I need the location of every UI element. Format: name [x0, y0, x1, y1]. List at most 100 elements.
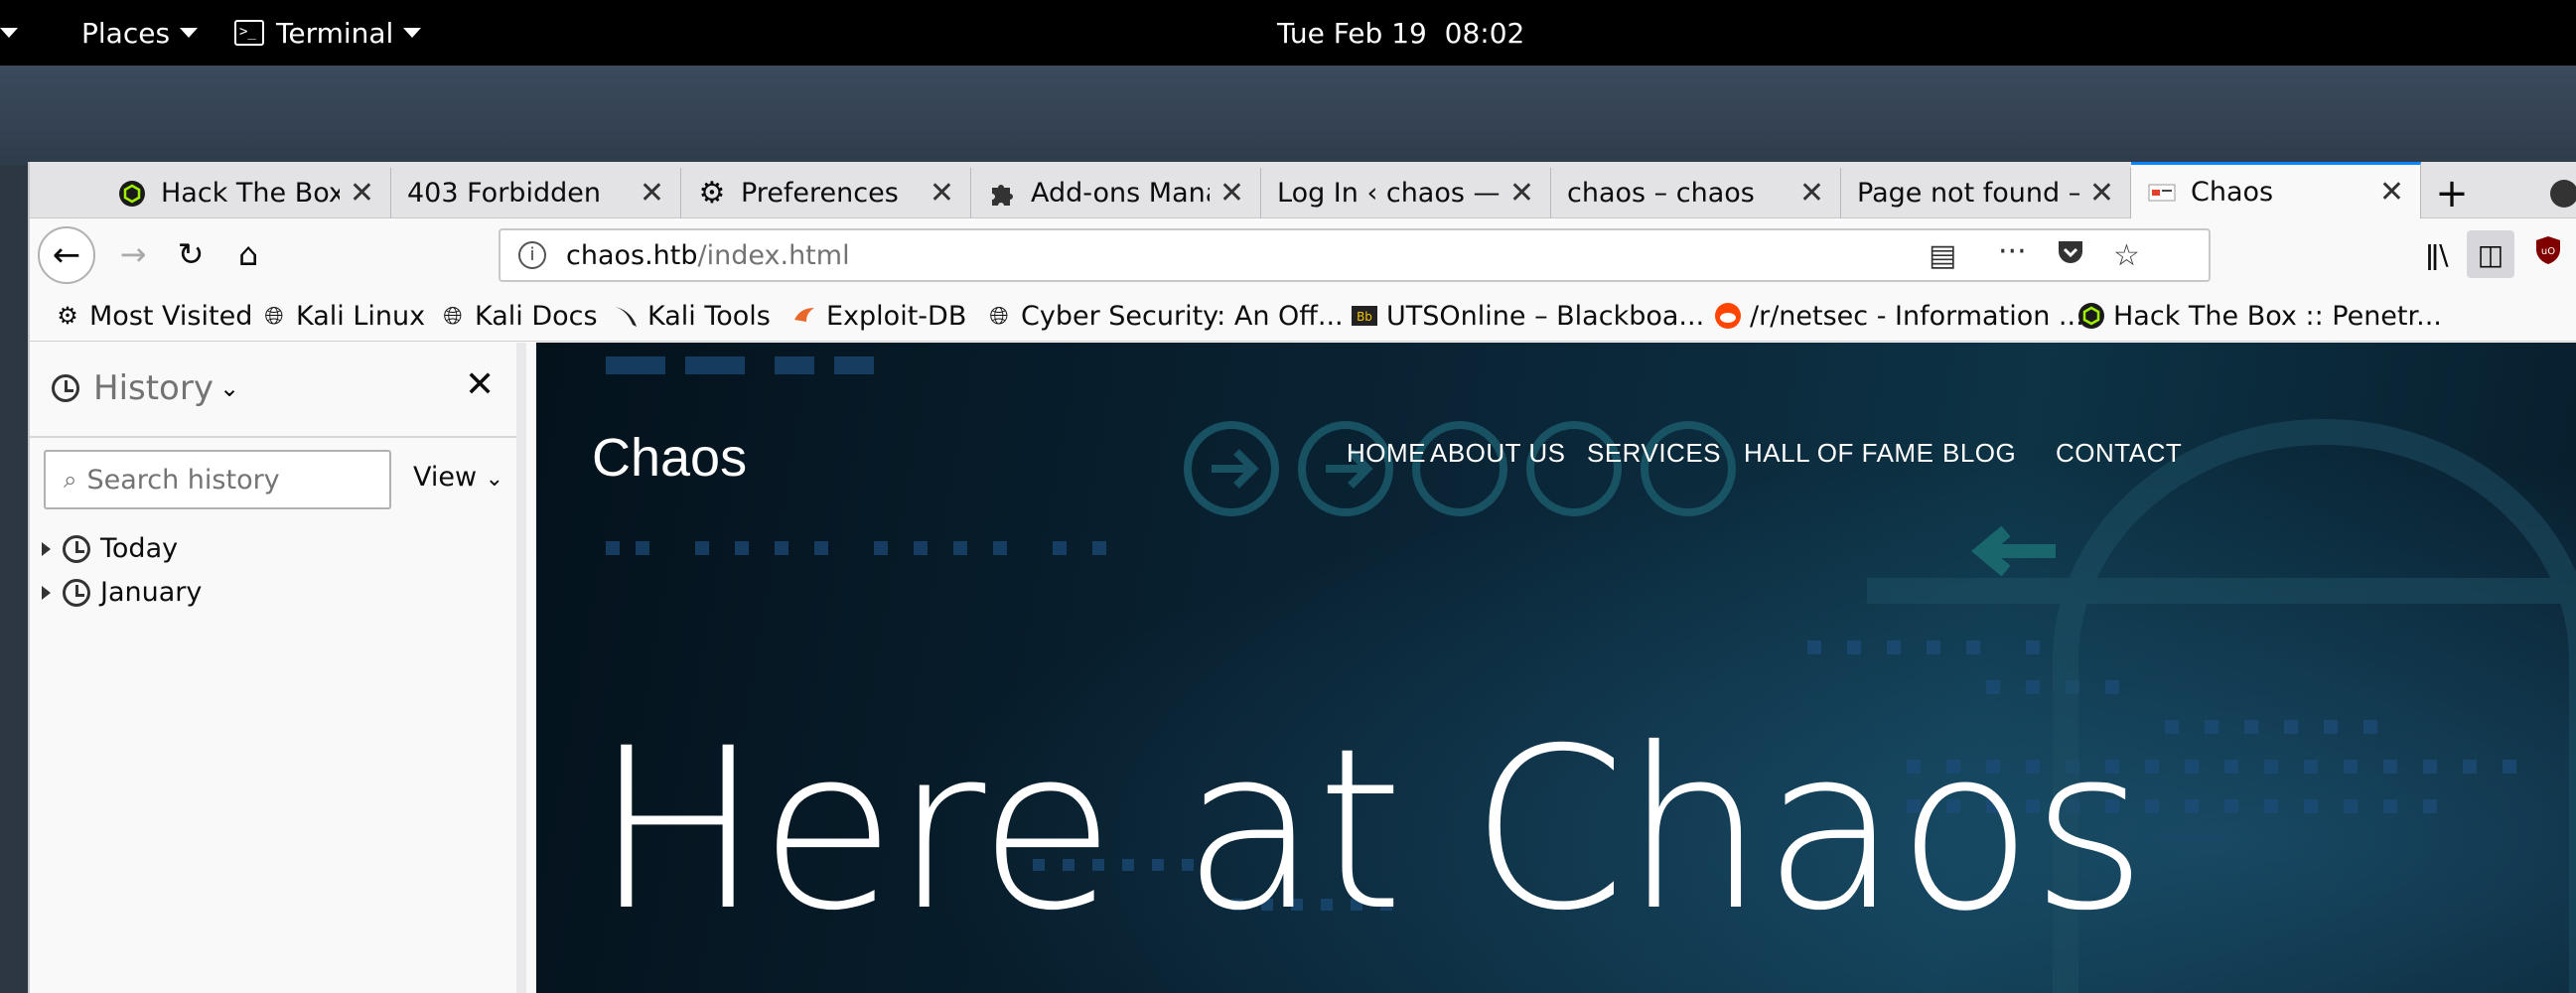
clock-label: Tue Feb 19 08:02: [1277, 16, 1525, 50]
site-logo[interactable]: Chaos: [592, 427, 747, 489]
history-group-today[interactable]: Today: [42, 533, 178, 564]
bookmark-kali-linux[interactable]: 🌐︎ Kali Linux: [260, 290, 425, 342]
nav-services[interactable]: SERVICES: [1587, 438, 1721, 469]
tab-addons-manager[interactable]: Add-ons Manager ✕: [971, 168, 1261, 218]
nav-hall-of-fame[interactable]: HALL OF FAME: [1744, 438, 1933, 469]
expand-arrow-icon[interactable]: [42, 541, 51, 556]
globe-icon: 🌐︎: [989, 302, 1009, 330]
tab-label: Page not found – chaos: [1857, 178, 2079, 209]
expand-arrow-icon[interactable]: [42, 585, 51, 600]
bookmark-label: Kali Linux: [296, 300, 426, 332]
tab-403-forbidden[interactable]: 403 Forbidden ✕: [391, 168, 681, 218]
bookmarks-toolbar: ⚙ Most Visited 🌐︎ Kali Linux 🌐︎ Kali Doc…: [30, 290, 2576, 342]
bookmark-hackthebox[interactable]: Hack The Box :: Penetr...: [2077, 290, 2442, 342]
bookmark-utsonline[interactable]: Bb UTSOnline – Blackboa...: [1351, 290, 1704, 342]
info-icon[interactable]: i: [518, 241, 546, 269]
new-tab-button[interactable]: +: [2421, 168, 2483, 218]
places-menu[interactable]: Places: [81, 0, 199, 66]
globe-icon: 🌐︎: [443, 302, 463, 330]
bookmark-label: /r/netsec - Information ...: [1750, 300, 2084, 332]
activities-caret[interactable]: [0, 0, 18, 66]
bookmark-r-netsec[interactable]: /r/netsec - Information ...: [1714, 290, 2084, 342]
bookmark-kali-docs[interactable]: 🌐︎ Kali Docs: [439, 290, 598, 342]
blackboard-icon: Bb: [1351, 302, 1378, 330]
search-icon: ⌕: [64, 466, 77, 494]
arrow-left-icon: ←: [52, 235, 81, 275]
sidebar-toggle-button[interactable]: ◫: [2467, 230, 2514, 278]
desktop-background: [0, 66, 2576, 165]
close-icon[interactable]: ✕: [1219, 176, 1244, 211]
tab-preferences[interactable]: ⚙ Preferences ✕: [681, 168, 971, 218]
nav-home[interactable]: HOME: [1347, 438, 1426, 469]
close-icon[interactable]: ✕: [1509, 176, 1534, 211]
clock-icon: [63, 578, 90, 607]
terminal-menu[interactable]: >_ Terminal: [234, 0, 422, 66]
tab-label: Log In ‹ chaos — WordPress: [1277, 178, 1500, 209]
close-icon[interactable]: ✕: [2379, 175, 2404, 210]
bookmark-star-icon[interactable]: ☆: [2113, 238, 2140, 273]
tab-hackthebox[interactable]: Hack The Box :: ✕: [101, 168, 391, 218]
svg-text:Bb: Bb: [1357, 310, 1372, 324]
tab-chaos[interactable]: Chaos ✕: [2131, 162, 2421, 219]
hero-heading: Here at Chaos: [594, 700, 2147, 959]
page-actions-icon[interactable]: ···: [1998, 234, 2027, 269]
divider: [30, 436, 516, 438]
history-group-january[interactable]: January: [42, 577, 202, 608]
close-icon[interactable]: ✕: [1799, 176, 1824, 211]
bookmark-label: Hack The Box :: Penetr...: [2113, 300, 2442, 332]
search-placeholder: Search history: [86, 464, 280, 496]
back-button[interactable]: ←: [38, 226, 95, 284]
globe-icon: 🌐︎: [264, 302, 284, 330]
reader-view-icon[interactable]: ▤: [1929, 238, 1956, 273]
tab-wordpress-login[interactable]: Log In ‹ chaos — WordPress ✕: [1261, 168, 1551, 218]
hackthebox-icon: [2077, 302, 2105, 330]
tab-page-not-found[interactable]: Page not found – chaos ✕: [1841, 168, 2131, 218]
sidebar-title: History: [93, 368, 214, 408]
url-bar[interactable]: i chaos.htb/index.html ▤ ··· ☆: [499, 228, 2211, 282]
gear-icon: ⚙: [698, 176, 726, 211]
chevron-down-icon: ⌄: [485, 467, 504, 492]
bookmark-kali-tools[interactable]: Kali Tools: [612, 290, 771, 342]
system-top-bar: Places >_ Terminal Tue Feb 19 08:02: [0, 0, 2576, 66]
web-content: Chaos HOME ABOUT US SERVICES HALL OF FAM…: [536, 343, 2576, 993]
bookmark-label: Cyber Security: An Off...: [1021, 300, 1344, 332]
url-host: chaos.htb: [566, 239, 698, 271]
reload-button[interactable]: ↻: [167, 230, 215, 278]
tab-chaos-chaos[interactable]: chaos – chaos ✕: [1551, 168, 1841, 218]
history-group-label: Today: [100, 533, 179, 564]
search-history-input[interactable]: ⌕ Search history: [44, 450, 391, 509]
gear-icon: ⚙: [57, 302, 78, 330]
bookmark-exploit-db[interactable]: Exploit-DB: [790, 290, 966, 342]
close-icon[interactable]: ✕: [640, 176, 664, 211]
close-icon[interactable]: ✕: [2089, 176, 2114, 211]
window-minimize-icon[interactable]: [2550, 180, 2576, 208]
chevron-down-icon: [403, 28, 422, 38]
forward-button[interactable]: →: [109, 230, 157, 278]
clock[interactable]: Tue Feb 19 08:02: [1277, 0, 1524, 66]
url-path: /index.html: [697, 239, 850, 271]
bookmark-label: Kali Docs: [475, 300, 598, 332]
close-icon: ✕: [465, 364, 496, 405]
nav-about-us[interactable]: ABOUT US: [1430, 438, 1565, 469]
bookmark-most-visited[interactable]: ⚙ Most Visited: [54, 290, 252, 342]
nav-contact[interactable]: CONTACT: [2056, 438, 2182, 469]
home-button[interactable]: ⌂: [224, 230, 272, 278]
close-icon[interactable]: ✕: [930, 176, 954, 211]
tab-label: chaos – chaos: [1567, 178, 1755, 209]
close-icon[interactable]: ✕: [350, 176, 374, 211]
arrow-right-icon: →: [119, 235, 147, 273]
view-menu-button[interactable]: View ⌄: [413, 462, 503, 493]
clock-icon: [52, 374, 79, 402]
sidebar-switcher[interactable]: History ⌄: [52, 368, 239, 408]
puzzle-icon: [987, 179, 1017, 209]
history-sidebar: History ⌄ ✕ ⌕ Search history View ⌄ Toda…: [30, 343, 526, 993]
nav-blog[interactable]: BLOG: [1942, 438, 2016, 469]
pocket-icon[interactable]: [2056, 238, 2085, 274]
tab-label: Add-ons Manager: [1031, 178, 1210, 209]
places-label: Places: [81, 16, 171, 50]
ublock-button[interactable]: uO: [2524, 230, 2572, 278]
library-button[interactable]: ǁ\: [2413, 230, 2461, 278]
bookmark-cyber-security[interactable]: 🌐︎ Cyber Security: An Off...: [985, 290, 1344, 342]
tab-label: Preferences: [741, 178, 899, 209]
close-sidebar-button[interactable]: ✕: [465, 364, 495, 405]
